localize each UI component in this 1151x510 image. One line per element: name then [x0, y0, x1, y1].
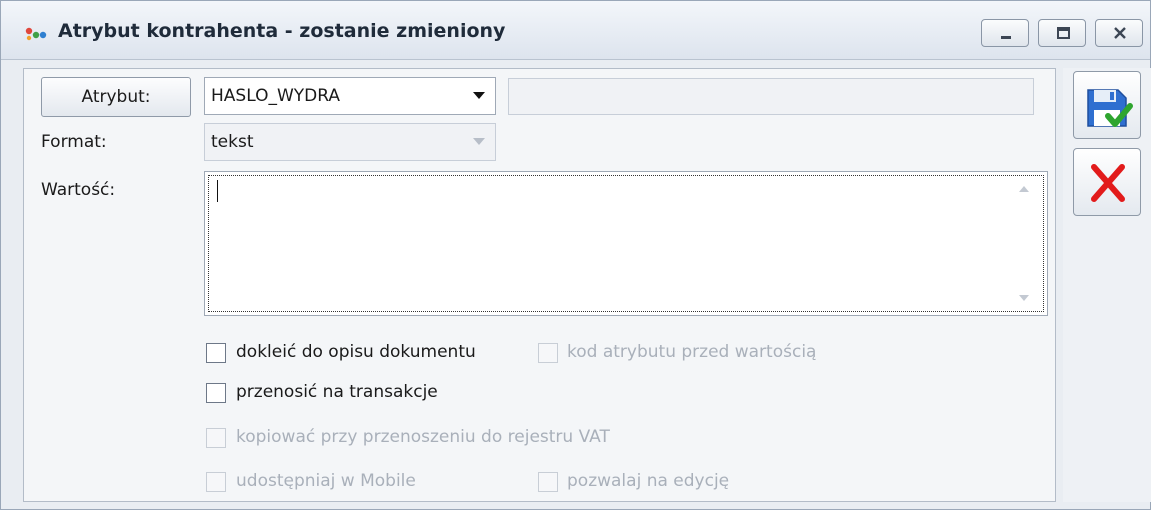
przenosic-label[interactable]: przenosić na transakcje	[236, 382, 438, 402]
przenosic-checkbox[interactable]	[206, 383, 226, 403]
scroll-down-icon[interactable]	[1019, 295, 1029, 301]
save-button[interactable]	[1073, 71, 1141, 139]
format-select: tekst	[204, 123, 496, 161]
dialog-window: Atrybut kontrahenta - zostanie zmieniony…	[0, 0, 1151, 510]
minimize-icon	[1001, 36, 1011, 39]
maximize-button[interactable]	[1038, 19, 1086, 47]
title-bar: Atrybut kontrahenta - zostanie zmieniony	[1, 1, 1150, 60]
kod-atrybutu-checkbox	[538, 343, 558, 363]
udostepniaj-label: udostępniaj w Mobile	[236, 471, 416, 491]
text-caret	[217, 180, 218, 202]
atrybut-description-field	[508, 78, 1034, 115]
format-label: Format:	[41, 132, 107, 152]
close-window-button[interactable]	[1095, 19, 1143, 47]
kod-atrybutu-label: kod atrybutu przed wartością	[567, 342, 817, 362]
atrybut-select-value: HASLO_WYDRA	[211, 86, 340, 106]
kopiowac-checkbox	[206, 428, 226, 448]
chevron-down-icon[interactable]	[473, 92, 485, 99]
atrybut-button[interactable]: Atrybut:	[41, 77, 191, 117]
close-icon	[1114, 27, 1126, 39]
minimize-button[interactable]	[981, 19, 1029, 47]
cancel-button[interactable]	[1073, 148, 1141, 216]
pozwalaj-label: pozwalaj na edycję	[567, 471, 730, 491]
dokleic-checkbox[interactable]	[206, 343, 226, 363]
window-title: Atrybut kontrahenta - zostanie zmieniony	[58, 20, 506, 42]
wartosc-label: Wartość:	[41, 180, 116, 200]
format-select-value: tekst	[211, 132, 254, 152]
cancel-x-icon	[1091, 164, 1125, 202]
pozwalaj-checkbox	[538, 472, 558, 492]
atrybut-select[interactable]: HASLO_WYDRA	[204, 77, 496, 115]
chevron-down-icon	[473, 138, 485, 145]
save-floppy-check-icon	[1087, 89, 1133, 127]
maximize-icon	[1057, 27, 1070, 39]
scroll-up-icon[interactable]	[1019, 186, 1029, 192]
app-logo-icon	[25, 27, 47, 41]
focus-outline	[208, 175, 1044, 312]
dokleic-label[interactable]: dokleić do opisu dokumentu	[236, 342, 476, 362]
kopiowac-label: kopiować przy przenoszeniu do rejestru V…	[236, 427, 610, 447]
wartosc-textarea[interactable]	[204, 171, 1048, 316]
udostepniaj-checkbox	[206, 472, 226, 492]
